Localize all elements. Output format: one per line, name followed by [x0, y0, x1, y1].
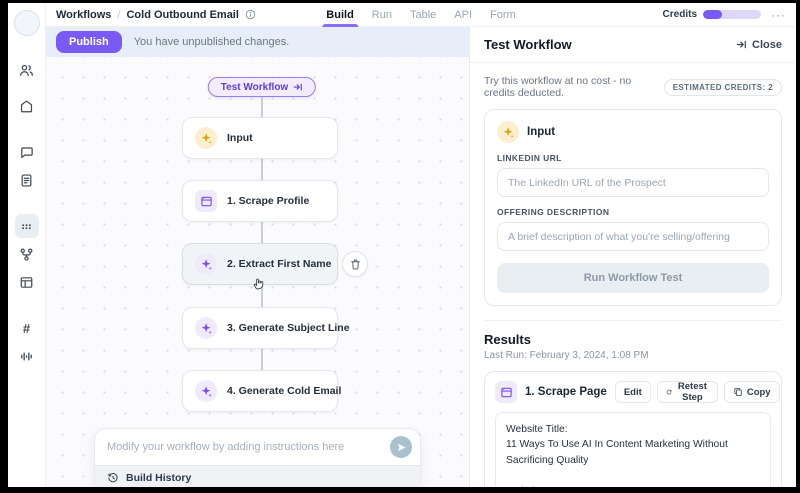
home-icon[interactable]	[15, 94, 39, 118]
publish-button[interactable]: Publish	[56, 31, 122, 53]
sparkle-icon	[195, 127, 217, 149]
enter-arrow-icon	[293, 83, 303, 91]
linkedin-url-field[interactable]	[497, 168, 769, 197]
table-icon[interactable]	[15, 270, 39, 294]
delete-node-button[interactable]	[342, 251, 368, 277]
history-icon	[108, 473, 118, 483]
close-panel-button[interactable]: Close	[736, 39, 782, 51]
test-workflow-pill-button[interactable]: Test Workflow	[207, 77, 317, 97]
unpublished-banner: Publish You have unpublished changes.	[46, 27, 469, 57]
node-generate-subject-line[interactable]: 3. Generate Subject Line	[182, 307, 350, 349]
test-workflow-pill-label: Test Workflow	[220, 81, 289, 93]
tab-run[interactable]: Run	[372, 3, 392, 27]
info-icon[interactable]	[245, 9, 256, 20]
workspace-avatar[interactable]	[13, 10, 40, 36]
breadcrumb-current: Cold Outbound Email	[126, 8, 239, 21]
tab-table[interactable]: Table	[410, 3, 436, 27]
node-scrape-profile[interactable]: 1. Scrape Profile	[182, 180, 338, 222]
app-window: # Workflows / Cold Outbound Email Build …	[8, 3, 796, 487]
edit-button[interactable]: Edit	[614, 381, 651, 403]
unpublished-note: You have unpublished changes.	[133, 36, 290, 48]
tab-api[interactable]: API	[454, 3, 472, 27]
node-generate-cold-email[interactable]: 4. Generate Cold Email	[182, 370, 342, 412]
credits-progress-fill	[703, 10, 722, 19]
retest-step-button[interactable]: Retest Step	[656, 381, 718, 403]
panel-divider	[484, 320, 782, 321]
node-label: 3. Generate Subject Line	[227, 322, 350, 334]
estimated-credits-badge: ESTIMATED CREDITS: 2	[663, 78, 782, 96]
top-bar: Workflows / Cold Outbound Email Build Ru…	[46, 3, 796, 27]
paper-plane-icon	[397, 443, 406, 451]
tab-build[interactable]: Build	[322, 3, 358, 27]
node-label: Input	[227, 132, 253, 144]
refresh-icon	[666, 389, 672, 395]
run-workflow-test-button[interactable]: Run Workflow Test	[497, 263, 769, 293]
sparkle-icon	[195, 317, 217, 339]
test-workflow-panel: Test Workflow Close Try this workflow at…	[470, 27, 796, 487]
copy-icon	[734, 388, 742, 396]
last-run-timestamp: Last Run: February 3, 2024, 1:08 PM	[484, 350, 649, 361]
scraped-content-text: Website Title: 11 Ways To Use AI In Cont…	[495, 412, 771, 487]
send-button[interactable]	[390, 436, 412, 458]
sparkle-icon	[497, 121, 519, 143]
hand-cursor	[253, 278, 264, 290]
input-card-title: Input	[527, 126, 556, 138]
input-test-card: Input LINKEDIN URL OFFERING DESCRIPTION …	[484, 109, 782, 306]
breadcrumb-workflows[interactable]: Workflows	[56, 9, 111, 21]
try-note: Try this workflow at no cost - no credit…	[484, 75, 632, 99]
credits-label: Credits	[662, 9, 697, 20]
close-label: Close	[752, 38, 782, 51]
credits-meter: Credits	[663, 9, 761, 20]
nodes-grid-icon[interactable]	[14, 214, 39, 238]
panel-title: Test Workflow	[484, 37, 572, 52]
results-title: Results	[484, 332, 531, 347]
build-history-label: Build History	[126, 472, 192, 484]
more-menu-icon[interactable]: ···	[771, 9, 786, 21]
users-icon[interactable]	[15, 58, 39, 82]
sparkle-icon	[195, 253, 217, 275]
instruction-card: Build History	[94, 428, 421, 487]
node-label: 1. Scrape Profile	[227, 195, 310, 207]
workflow-instruction-input[interactable]	[107, 441, 382, 453]
node-input[interactable]: Input	[182, 117, 338, 159]
credits-progress-track	[703, 10, 761, 19]
offering-description-field[interactable]	[497, 222, 769, 251]
scrape-page-result-card: 1. Scrape Page Edit Retest Step Copy Web…	[484, 371, 782, 487]
document-icon[interactable]	[15, 168, 39, 192]
trash-icon	[350, 259, 360, 269]
signal-icon[interactable]	[15, 344, 39, 368]
node-label: 2. Extract First Name	[227, 258, 332, 270]
offering-description-label: OFFERING DESCRIPTION	[497, 207, 610, 217]
chat-icon[interactable]	[15, 140, 39, 164]
branch-icon[interactable]	[15, 242, 39, 266]
node-label: 4. Generate Cold Email	[227, 385, 342, 397]
breadcrumb-separator: /	[117, 8, 121, 21]
view-tabs: Build Run Table API Form	[322, 3, 516, 27]
workflow-canvas[interactable]: Test Workflow Input 1. Scrape Profile 2.…	[46, 57, 469, 487]
sparkle-icon	[195, 380, 217, 402]
breadcrumb: Workflows / Cold Outbound Email	[56, 9, 256, 21]
browser-icon	[195, 190, 217, 212]
build-history-button[interactable]: Build History	[95, 465, 420, 487]
collapse-arrow-icon	[736, 40, 746, 49]
copy-button[interactable]: Copy	[723, 381, 780, 403]
left-sidebar: #	[8, 3, 46, 487]
hash-icon[interactable]: #	[15, 316, 39, 340]
tab-form[interactable]: Form	[490, 3, 516, 27]
linkedin-url-label: LINKEDIN URL	[497, 153, 562, 163]
result-card-title: 1. Scrape Page	[525, 386, 607, 398]
browser-icon	[495, 381, 517, 403]
